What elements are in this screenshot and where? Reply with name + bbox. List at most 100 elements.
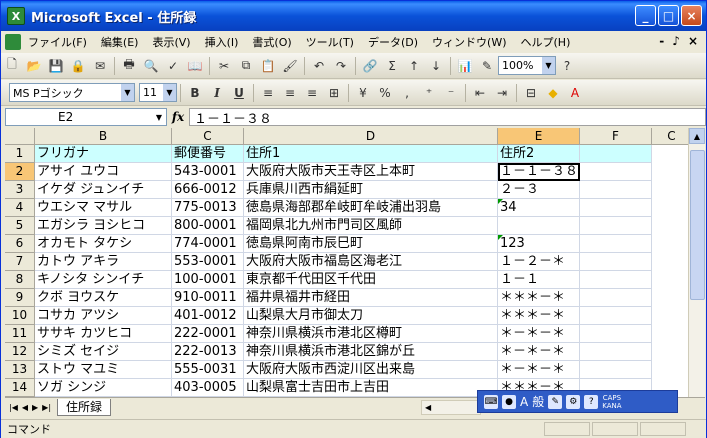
next-sheet-icon[interactable]: ▶ <box>32 403 38 412</box>
table-cell[interactable]: 34 <box>498 199 580 217</box>
column-header-c[interactable]: C <box>172 128 244 145</box>
row-header[interactable]: 13 <box>5 361 35 379</box>
copy-icon[interactable]: ⧉ <box>236 56 256 76</box>
research-icon[interactable]: 📖 <box>185 56 205 76</box>
table-cell[interactable]: 山梨県大月市御太刀 <box>244 307 498 325</box>
table-cell[interactable]: 123 <box>498 235 580 253</box>
table-cell[interactable]: ストウ マユミ <box>35 361 172 379</box>
table-cell[interactable]: 徳島県阿南市辰巳町 <box>244 235 498 253</box>
table-cell[interactable] <box>580 343 652 361</box>
column-header-f[interactable]: F <box>580 128 652 145</box>
format-painter-icon[interactable]: 🖌 <box>280 56 300 76</box>
prev-sheet-icon[interactable]: ◀ <box>22 403 28 412</box>
redo-icon[interactable]: ↷ <box>331 56 351 76</box>
table-cell[interactable]: １－２－＊ <box>498 253 580 271</box>
menu-view[interactable]: 表示(V) <box>145 34 197 50</box>
bold-button[interactable]: B <box>185 83 205 103</box>
menu-tools[interactable]: ツール(T) <box>299 34 361 50</box>
percent-button[interactable]: % <box>375 83 395 103</box>
increase-decimal-icon[interactable]: ⁺ <box>419 83 439 103</box>
table-cell[interactable]: 住所1 <box>244 145 498 163</box>
table-cell[interactable]: 222-0001 <box>172 325 244 343</box>
active-cell[interactable]: １－１－３８ <box>498 163 580 181</box>
table-cell[interactable]: 775-0013 <box>172 199 244 217</box>
formula-input[interactable]: １－１－３８ <box>189 108 706 127</box>
table-cell[interactable] <box>580 325 652 343</box>
drawing-icon[interactable]: ✎ <box>477 56 497 76</box>
table-cell[interactable]: 774-0001 <box>172 235 244 253</box>
workbook-minimize-button[interactable]: - <box>659 34 664 48</box>
align-center-icon[interactable]: ≡ <box>280 83 300 103</box>
horizontal-scrollbar[interactable]: ◀ <box>421 400 481 415</box>
table-cell[interactable]: フリガナ <box>35 145 172 163</box>
table-cell[interactable]: 555-0031 <box>172 361 244 379</box>
ime-icon[interactable]: ● <box>502 394 516 409</box>
open-icon[interactable]: 📂 <box>24 56 44 76</box>
column-header-e[interactable]: E <box>498 128 580 145</box>
paste-icon[interactable]: 📋 <box>258 56 278 76</box>
table-cell[interactable]: 543-0001 <box>172 163 244 181</box>
table-cell[interactable]: 553-0001 <box>172 253 244 271</box>
table-cell[interactable]: ＊＊＊－＊ <box>498 307 580 325</box>
tools-icon[interactable]: ⚙ <box>566 394 581 409</box>
table-cell[interactable] <box>580 253 652 271</box>
table-cell[interactable] <box>580 217 652 235</box>
menu-format[interactable]: 書式(O) <box>245 34 298 50</box>
row-header[interactable]: 2 <box>5 163 35 181</box>
currency-icon[interactable]: ¥ <box>353 83 373 103</box>
undo-icon[interactable]: ↶ <box>309 56 329 76</box>
table-cell[interactable]: ２－３ <box>498 181 580 199</box>
table-cell[interactable]: ＊＊＊－＊ <box>498 289 580 307</box>
table-cell[interactable]: 福岡県北九州市門司区風師 <box>244 217 498 235</box>
chevron-down-icon[interactable]: ▼ <box>121 84 134 101</box>
menu-data[interactable]: データ(D) <box>361 34 425 50</box>
table-cell[interactable]: アサイ ユウコ <box>35 163 172 181</box>
save-icon[interactable]: 💾 <box>46 56 66 76</box>
align-right-icon[interactable]: ≡ <box>302 83 322 103</box>
table-cell[interactable]: 100-0001 <box>172 271 244 289</box>
select-all-button[interactable] <box>5 128 35 145</box>
scroll-left-icon[interactable]: ◀ <box>425 403 431 412</box>
table-cell[interactable]: 住所2 <box>498 145 580 163</box>
workbook-close-button[interactable]: × <box>688 34 698 48</box>
row-header[interactable]: 7 <box>5 253 35 271</box>
table-cell[interactable]: 401-0012 <box>172 307 244 325</box>
workbook-restore-button[interactable]: ♪ <box>672 34 680 48</box>
table-cell[interactable] <box>580 307 652 325</box>
table-cell[interactable]: 山梨県富士吉田市上吉田 <box>244 379 498 397</box>
scroll-up-icon[interactable]: ▲ <box>689 128 705 144</box>
menu-window[interactable]: ウィンドウ(W) <box>425 34 513 50</box>
table-cell[interactable]: シミズ セイジ <box>35 343 172 361</box>
sort-descending-icon[interactable]: ↓ <box>426 56 446 76</box>
row-header[interactable]: 3 <box>5 181 35 199</box>
hyperlink-icon[interactable]: 🔗 <box>360 56 380 76</box>
keyboard-icon[interactable]: ⌨ <box>484 394 498 409</box>
table-cell[interactable]: 郵便番号 <box>172 145 244 163</box>
table-cell[interactable]: カトウ アキラ <box>35 253 172 271</box>
close-button[interactable]: × <box>681 5 702 26</box>
dictionary-mode[interactable]: 般 <box>532 393 544 410</box>
merge-center-icon[interactable]: ⊞ <box>324 83 344 103</box>
row-header[interactable]: 4 <box>5 199 35 217</box>
table-cell[interactable]: 403-0005 <box>172 379 244 397</box>
minimize-button[interactable]: _ <box>635 5 656 26</box>
row-header[interactable]: 9 <box>5 289 35 307</box>
fill-color-icon[interactable]: ◆ <box>543 83 563 103</box>
ime-pad-icon[interactable]: ✎ <box>548 394 563 409</box>
row-header[interactable]: 10 <box>5 307 35 325</box>
last-sheet-icon[interactable]: ▶| <box>42 403 51 412</box>
workbook-icon[interactable] <box>5 34 21 50</box>
help-icon[interactable]: ? <box>557 56 577 76</box>
font-size-combo[interactable]: 11 ▼ <box>139 83 177 102</box>
increase-indent-icon[interactable]: ⇥ <box>492 83 512 103</box>
row-header[interactable]: 8 <box>5 271 35 289</box>
language-bar[interactable]: ⌨ ● A 般 ✎ ⚙ ? CAPS KANA <box>477 390 678 413</box>
new-icon[interactable]: 🗋 <box>2 56 22 76</box>
vertical-scrollbar[interactable]: ▲ <box>688 128 705 397</box>
table-cell[interactable] <box>580 181 652 199</box>
table-cell[interactable] <box>580 289 652 307</box>
excel-app-icon[interactable]: X <box>7 7 25 25</box>
table-cell[interactable]: ササキ カツヒコ <box>35 325 172 343</box>
spelling-icon[interactable]: ✓ <box>163 56 183 76</box>
row-header[interactable]: 14 <box>5 379 35 397</box>
